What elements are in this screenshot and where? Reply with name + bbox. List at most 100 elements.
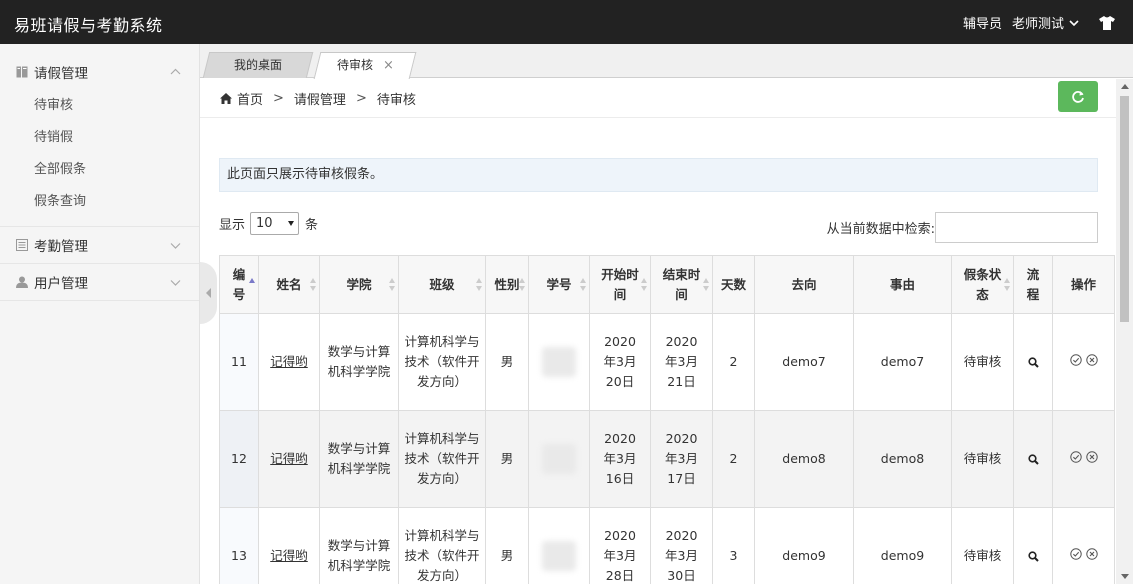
menu-group-label: 用户管理 xyxy=(34,276,88,292)
student-name-link[interactable]: 记得哟 xyxy=(270,451,308,466)
cell-reason: demo9 xyxy=(853,507,952,584)
redacted-student-id xyxy=(542,444,576,474)
search-icon[interactable] xyxy=(1027,454,1039,465)
user-role: 辅导员 xyxy=(962,17,1002,32)
cell-gender: 男 xyxy=(485,313,529,411)
col-header-end[interactable]: 结束时间 xyxy=(650,255,713,314)
user-menu[interactable]: 老师测试 xyxy=(1012,13,1079,32)
cell-student-id xyxy=(528,313,590,411)
sort-icon xyxy=(580,278,586,292)
cell-destination: demo7 xyxy=(754,313,854,411)
breadcrumb-current: 待审核 xyxy=(376,93,416,108)
cell-gender: 男 xyxy=(485,507,529,584)
sort-icon xyxy=(1004,278,1010,292)
cell-id: 13 xyxy=(219,507,259,584)
col-header-id[interactable]: 编号 xyxy=(219,255,259,314)
col-header-gender[interactable]: 性别 xyxy=(485,255,529,314)
page-length-select[interactable]: 10 xyxy=(250,212,300,235)
page-length-control: 显示 10 条 xyxy=(219,212,318,235)
sidebar-item-pending[interactable]: 待审核 xyxy=(0,90,199,122)
menu-group-leave[interactable]: 请假管理 xyxy=(0,53,199,90)
cell-status: 待审核 xyxy=(951,313,1014,411)
search-label: 从当前数据中检索: xyxy=(826,222,935,237)
breadcrumb-separator: > xyxy=(355,91,367,106)
student-name-link[interactable]: 记得哟 xyxy=(270,354,308,369)
cell-id: 12 xyxy=(219,410,259,508)
approve-icon[interactable] xyxy=(1069,354,1082,366)
search-icon[interactable] xyxy=(1027,551,1039,562)
breadcrumb-home[interactable]: 首页 xyxy=(237,89,263,108)
reject-icon[interactable] xyxy=(1085,354,1098,366)
col-header-reason[interactable]: 事由 xyxy=(853,255,952,314)
cell-end: 2020年3月30日 xyxy=(650,507,713,584)
col-header-destination[interactable]: 去向 xyxy=(754,255,854,314)
cell-status: 待审核 xyxy=(951,410,1014,508)
col-header-college[interactable]: 学院 xyxy=(319,255,399,314)
tab-my-desktop[interactable]: 我的桌面 xyxy=(202,52,314,78)
breadcrumb: 首页 > 请假管理 > 待审核 xyxy=(220,89,416,108)
redacted-student-id xyxy=(542,541,576,571)
approve-icon[interactable] xyxy=(1069,451,1082,463)
menu-group-label: 考勤管理 xyxy=(34,239,88,255)
cell-flow xyxy=(1013,507,1053,584)
refresh-button[interactable] xyxy=(1058,81,1098,112)
sort-icon xyxy=(389,278,395,292)
chevron-down-icon xyxy=(1069,19,1079,26)
sidebar-collapse-handle[interactable] xyxy=(200,262,217,324)
tab-pending[interactable]: 待审核 × xyxy=(313,52,417,79)
cell-college: 数学与计算机科学学院 xyxy=(319,507,399,584)
sort-icon xyxy=(519,278,525,292)
col-header-name[interactable]: 姓名 xyxy=(258,255,320,314)
top-right-area: 辅导员 老师测试 xyxy=(963,13,1115,32)
cell-student-id xyxy=(528,507,590,584)
approve-icon[interactable] xyxy=(1069,548,1082,560)
breadcrumb-leave-management[interactable]: 请假管理 xyxy=(294,89,346,108)
sidebar-item-cancel-leave[interactable]: 待销假 xyxy=(0,122,199,154)
cell-reason: demo8 xyxy=(853,410,952,508)
table-row: 12 记得哟 数学与计算机科学学院 计算机科学与技术（软件开发方向） 男 202… xyxy=(219,410,1115,508)
vertical-scrollbar[interactable] xyxy=(1116,79,1133,584)
sidebar-item-all-leaves[interactable]: 全部假条 xyxy=(0,154,199,186)
col-header-days[interactable]: 天数 xyxy=(712,255,755,314)
col-header-start[interactable]: 开始时间 xyxy=(589,255,651,314)
scrollbar-thumb[interactable] xyxy=(1120,96,1129,322)
cell-name: 记得哟 xyxy=(258,410,320,508)
cell-name: 记得哟 xyxy=(258,313,320,411)
close-icon[interactable]: × xyxy=(383,58,394,73)
search-input[interactable] xyxy=(935,212,1098,243)
reject-icon[interactable] xyxy=(1085,548,1098,560)
menu-group-attendance[interactable]: 考勤管理 xyxy=(0,227,199,264)
sort-icon xyxy=(476,278,482,292)
cell-days: 2 xyxy=(712,313,755,411)
cell-reason: demo7 xyxy=(853,313,952,411)
user-name: 老师测试 xyxy=(1011,17,1064,32)
reject-icon[interactable] xyxy=(1085,451,1098,463)
sort-icon xyxy=(703,278,709,292)
cell-gender: 男 xyxy=(485,410,529,508)
col-header-class[interactable]: 班级 xyxy=(398,255,486,314)
shirt-icon[interactable] xyxy=(1099,15,1115,30)
student-name-link[interactable]: 记得哟 xyxy=(270,548,308,563)
menu-group-users[interactable]: 用户管理 xyxy=(0,264,199,301)
cell-actions xyxy=(1052,507,1115,584)
cell-status: 待审核 xyxy=(951,507,1014,584)
tab-label: 待审核 xyxy=(336,58,373,72)
main-content: 首页 > 请假管理 > 待审核 此页面只展示待审核假条。 显示 10 条 从当前… xyxy=(200,79,1116,584)
sidebar-item-leave-search[interactable]: 假条查询 xyxy=(0,186,199,218)
cell-days: 3 xyxy=(712,507,755,584)
breadcrumb-bar: 首页 > 请假管理 > 待审核 xyxy=(200,79,1116,118)
scroll-down-arrow-icon[interactable] xyxy=(1121,574,1129,579)
cell-class: 计算机科学与技术（软件开发方向） xyxy=(398,507,486,584)
col-header-student-id[interactable]: 学号 xyxy=(528,255,590,314)
sort-icon xyxy=(310,278,316,292)
col-header-status[interactable]: 假条状态 xyxy=(951,255,1014,314)
search-icon[interactable] xyxy=(1027,357,1039,368)
col-header-flow[interactable]: 流程 xyxy=(1013,255,1053,314)
cell-class: 计算机科学与技术（软件开发方向） xyxy=(398,313,486,411)
cell-id: 11 xyxy=(219,313,259,411)
top-bar: 易班请假与考勤系统 辅导员 老师测试 xyxy=(0,0,1133,44)
cell-flow xyxy=(1013,313,1053,411)
scroll-up-arrow-icon[interactable] xyxy=(1121,84,1129,89)
page-length-value: 10 xyxy=(256,216,273,231)
table-row: 11 记得哟 数学与计算机科学学院 计算机科学与技术（软件开发方向） 男 202… xyxy=(219,313,1115,411)
